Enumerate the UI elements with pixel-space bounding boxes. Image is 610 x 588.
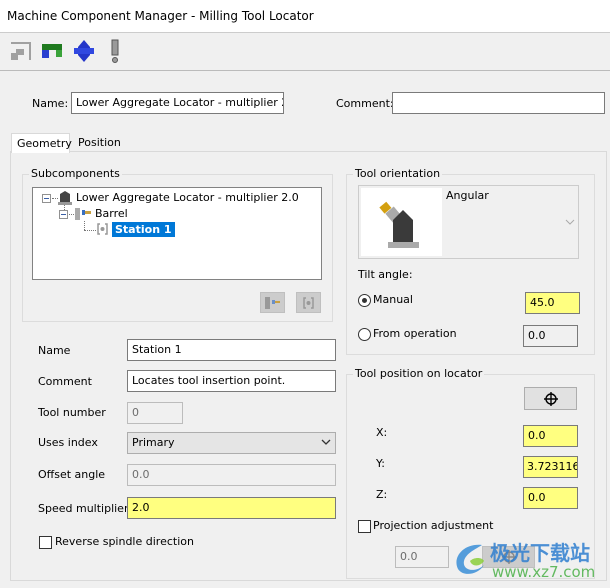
chevron-down-icon bbox=[321, 439, 331, 445]
reverse-spindle-label: Reverse spindle direction bbox=[55, 535, 194, 548]
uses-index-label: Uses index bbox=[38, 436, 98, 449]
station-name-input[interactable]: Station 1 bbox=[127, 339, 336, 361]
station-comment-label: Comment bbox=[38, 375, 92, 388]
z-input[interactable]: 0.0 bbox=[523, 487, 578, 509]
y-label: Y: bbox=[376, 457, 385, 470]
locator-gray-icon[interactable] bbox=[10, 39, 32, 63]
tilt-from-operation-input[interactable]: 0.0 bbox=[523, 325, 578, 347]
tool-position-title: Tool position on locator bbox=[353, 367, 485, 380]
warning-exclamation-icon[interactable] bbox=[108, 39, 130, 63]
add-station-button[interactable] bbox=[296, 292, 321, 313]
from-operation-radio[interactable] bbox=[358, 328, 371, 341]
orientation-dropdown[interactable]: Angular bbox=[358, 185, 579, 259]
barrel-icon bbox=[264, 296, 280, 309]
comment-input[interactable] bbox=[392, 92, 605, 114]
station-name-label: Name bbox=[38, 344, 71, 357]
speed-multiplier-label: Speed multiplier bbox=[38, 502, 129, 515]
tool-number-input[interactable]: 0 bbox=[127, 402, 183, 424]
from-operation-label: From operation bbox=[373, 327, 457, 340]
manual-label: Manual bbox=[373, 293, 413, 306]
station-icon bbox=[303, 296, 314, 309]
uses-index-select[interactable]: Primary bbox=[127, 432, 336, 454]
watermark-text: 极光下载站 bbox=[490, 541, 590, 565]
offset-angle-input[interactable]: 0.0 bbox=[127, 464, 336, 486]
tool-orientation-title: Tool orientation bbox=[353, 167, 443, 180]
angular-tool-image bbox=[361, 188, 442, 256]
barrel-icon bbox=[75, 208, 91, 220]
watermark-logo: 极光下载站 www.xz7.com bbox=[450, 535, 610, 585]
projection-input[interactable]: 0.0 bbox=[395, 546, 449, 568]
add-barrel-button[interactable] bbox=[260, 292, 285, 313]
tool-blue-icon[interactable] bbox=[73, 39, 95, 63]
y-input[interactable]: 3.723116 bbox=[523, 456, 578, 478]
uses-index-value: Primary bbox=[132, 436, 175, 449]
x-label: X: bbox=[376, 426, 388, 439]
x-input[interactable]: 0.0 bbox=[523, 425, 578, 447]
tilt-angle-label: Tilt angle: bbox=[358, 268, 413, 281]
crosshair-icon bbox=[543, 391, 558, 406]
name-label: Name: bbox=[32, 97, 69, 110]
tab-geometry[interactable]: Geometry bbox=[11, 133, 72, 153]
holder-green-icon[interactable] bbox=[41, 39, 63, 63]
tab-position[interactable]: Position bbox=[73, 133, 126, 152]
locator-icon bbox=[58, 191, 72, 205]
station-comment-input[interactable]: Locates tool insertion point. bbox=[127, 370, 336, 392]
subcomponents-tree[interactable]: Lower Aggregate Locator - multiplier 2.0… bbox=[32, 187, 322, 280]
orientation-value: Angular bbox=[446, 189, 489, 202]
watermark-url: www.xz7.com bbox=[492, 563, 596, 581]
chevron-down-icon bbox=[565, 219, 575, 225]
projection-adjustment-checkbox[interactable] bbox=[358, 520, 371, 533]
tool-number-label: Tool number bbox=[38, 406, 106, 419]
comment-label: Comment: bbox=[336, 97, 394, 110]
tree-item-station[interactable]: Station 1 bbox=[112, 222, 175, 237]
collapse-toggle[interactable] bbox=[42, 194, 51, 203]
offset-angle-label: Offset angle bbox=[38, 468, 106, 481]
window-title: Machine Component Manager - Milling Tool… bbox=[0, 0, 610, 33]
pick-position-button[interactable] bbox=[524, 387, 577, 410]
projection-adjustment-label: Projection adjustment bbox=[373, 519, 494, 532]
name-input[interactable]: Lower Aggregate Locator - multiplier 2.0 bbox=[71, 92, 284, 114]
subcomponents-title: Subcomponents bbox=[29, 167, 122, 180]
speed-multiplier-input[interactable]: 2.0 bbox=[127, 497, 336, 519]
tree-item-locator[interactable]: Lower Aggregate Locator - multiplier 2.0 bbox=[76, 191, 299, 204]
reverse-spindle-checkbox[interactable] bbox=[39, 536, 52, 549]
manual-radio[interactable] bbox=[358, 294, 371, 307]
station-icon bbox=[97, 223, 108, 235]
toolbar bbox=[0, 33, 610, 71]
tree-item-barrel[interactable]: Barrel bbox=[95, 207, 128, 220]
tilt-manual-input[interactable]: 45.0 bbox=[525, 292, 580, 314]
z-label: Z: bbox=[376, 488, 388, 501]
collapse-toggle[interactable] bbox=[59, 210, 68, 219]
